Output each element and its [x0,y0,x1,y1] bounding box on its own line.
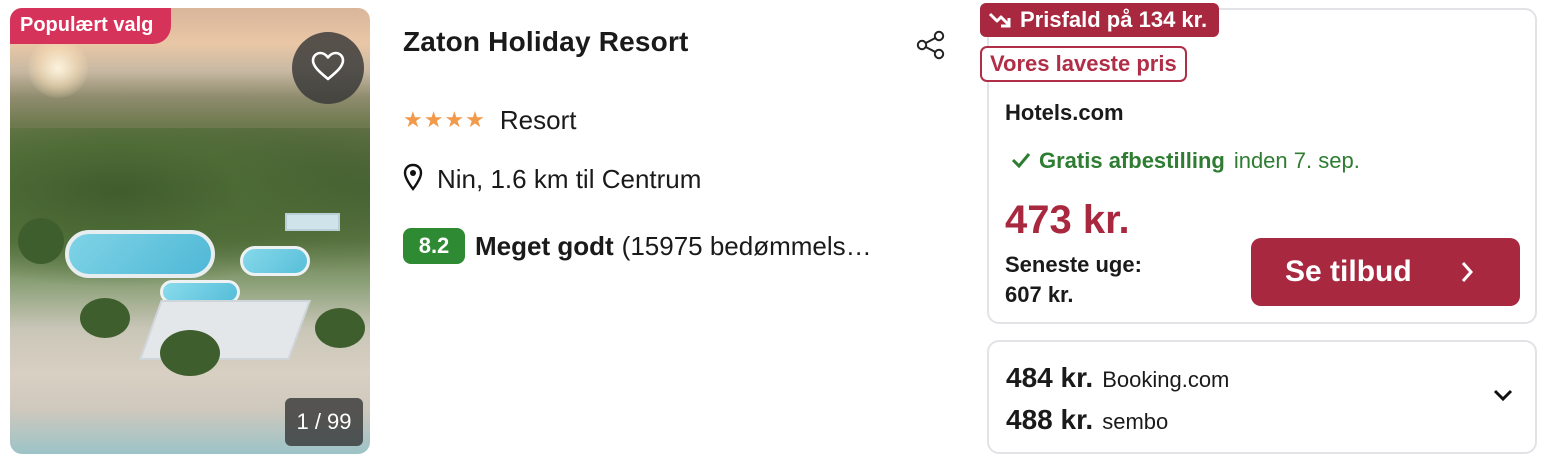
popular-badge: Populært valg [10,8,172,44]
photo-tree [80,298,130,338]
last-week-label: Seneste uge: [1005,252,1142,277]
rating-label: Meget godt [475,230,614,261]
free-cancellation: Gratis afbestilling inden 7. sep. [1011,148,1360,174]
favorite-button[interactable] [292,32,364,104]
lowest-price-tag: Vores laveste pris [980,46,1187,82]
photo-tree [160,330,220,376]
last-week-price: Seneste uge: 607 kr. [1005,250,1142,310]
check-icon [1011,148,1031,174]
photo-sun [28,38,88,98]
location-text: Nin, 1.6 km til Centrum [437,164,702,194]
hotel-title[interactable]: Zaton Holiday Resort [403,26,689,58]
hotel-photo[interactable]: Populært valg 1 / 99 [10,8,370,454]
view-deal-label: Se tilbud [1285,255,1412,288]
price-drop-text: Prisfald på 134 kr. [1020,7,1208,32]
offer-row[interactable]: 484 kr. Booking.com [1006,362,1229,394]
free-cancellation-label: Gratis afbestilling [1039,148,1225,173]
photo-pool [65,230,215,278]
review-count: (15975 bedømmels… [621,230,872,261]
deal-price: 473 kr. [1005,198,1130,242]
share-icon [915,30,947,64]
offer-provider: sembo [1102,409,1169,434]
property-type: Resort [499,105,577,135]
photo-tree [315,308,365,348]
offer-provider: Booking.com [1102,367,1230,392]
rating-row[interactable]: 8.2 Meget godt (15975 bedømmels… [403,228,913,264]
deal-provider: Hotels.com [1005,100,1124,125]
other-offers-panel[interactable]: 484 kr. Booking.com 488 kr. sembo [987,340,1537,454]
share-button[interactable] [915,30,947,60]
star-rating: ★★★★ [403,108,486,133]
view-deal-button[interactable]: Se tilbud [1251,238,1520,306]
image-counter: 1 / 99 [285,398,363,446]
location-pin-icon [403,163,423,196]
location-row[interactable]: Nin, 1.6 km til Centrum [403,163,701,196]
trend-down-icon [988,10,1012,30]
chevron-down-icon[interactable] [1493,388,1513,407]
heart-icon [311,51,345,86]
offer-price: 488 kr. [1006,404,1094,435]
last-week-value: 607 kr. [1005,282,1074,307]
photo-building [285,213,340,231]
photo-pool [240,246,310,276]
offer-price: 484 kr. [1006,362,1094,393]
hotel-class-row: ★★★★ Resort [403,105,576,136]
rating-score: 8.2 [403,228,465,264]
price-drop-badge: Prisfald på 134 kr. [980,3,1220,37]
offer-row[interactable]: 488 kr. sembo [1006,404,1168,436]
chevron-right-icon [1460,261,1474,288]
cancellation-deadline: inden 7. sep. [1233,148,1360,173]
photo-tree [18,218,64,264]
